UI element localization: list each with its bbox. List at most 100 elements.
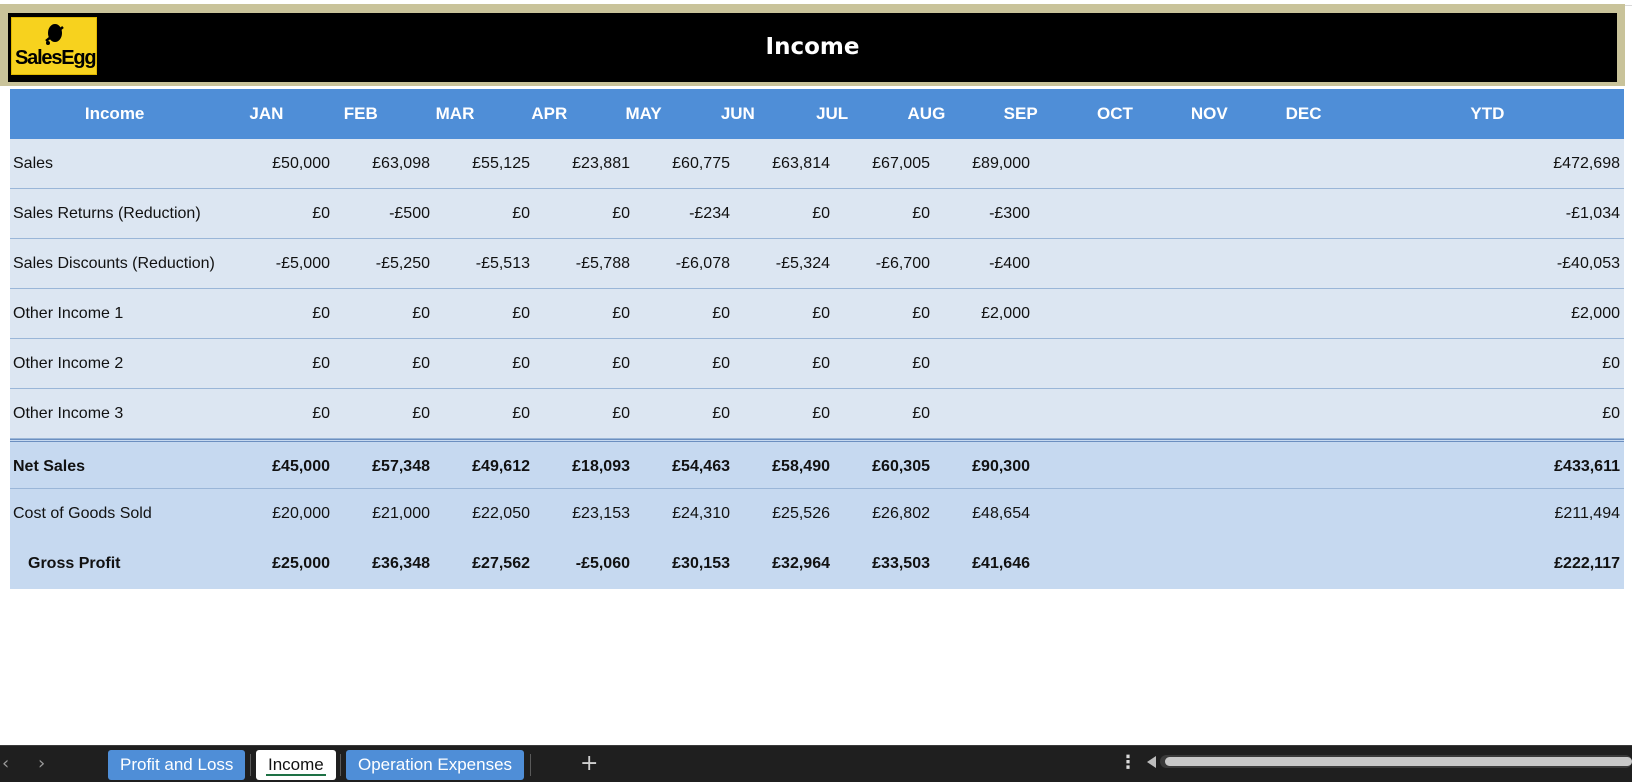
row-label[interactable]: Sales	[10, 139, 232, 188]
cell-mar[interactable]: £27,562	[432, 539, 532, 589]
cell-feb[interactable]: £36,348	[332, 539, 432, 589]
cell-jan[interactable]: £0	[232, 189, 332, 238]
cell-may[interactable]: -£234	[632, 189, 732, 238]
cell-jul[interactable]: £0	[832, 189, 932, 238]
header-aug[interactable]: AUG	[879, 89, 973, 139]
cell-mar[interactable]: £49,612	[432, 442, 532, 488]
cell-feb[interactable]: £63,098	[332, 139, 432, 188]
cell-ytd[interactable]: £0	[1032, 339, 1624, 388]
cell-jun[interactable]: £32,964	[732, 539, 832, 589]
cell-feb[interactable]: £0	[332, 389, 432, 438]
cell-apr[interactable]: -£5,788	[532, 239, 632, 288]
cell-aug[interactable]: -£400	[932, 239, 1032, 288]
cell-aug[interactable]: £41,646	[932, 539, 1032, 589]
header-mar[interactable]: MAR	[408, 89, 502, 139]
row-label[interactable]: Sales Discounts (Reduction)	[10, 239, 232, 288]
cell-feb[interactable]: £57,348	[332, 442, 432, 488]
more-options-icon[interactable]: ⋮	[1119, 752, 1137, 773]
header-sep[interactable]: SEP	[974, 89, 1068, 139]
cell-mar[interactable]: £22,050	[432, 489, 532, 539]
row-label[interactable]: Other Income 3	[10, 389, 232, 438]
cell-jun[interactable]: -£5,324	[732, 239, 832, 288]
cell-jan[interactable]: £0	[232, 389, 332, 438]
header-ytd[interactable]: YTD	[1351, 89, 1624, 139]
cell-apr[interactable]: £0	[532, 339, 632, 388]
cell-may[interactable]: £54,463	[632, 442, 732, 488]
cell-aug[interactable]: -£300	[932, 189, 1032, 238]
cell-aug[interactable]	[932, 389, 1032, 438]
cell-may[interactable]: -£6,078	[632, 239, 732, 288]
header-nov[interactable]: NOV	[1162, 89, 1256, 139]
cell-jul[interactable]: £0	[832, 339, 932, 388]
cell-jun[interactable]: £0	[732, 389, 832, 438]
cell-ytd[interactable]: £211,494	[1032, 489, 1624, 539]
cell-jan[interactable]: -£5,000	[232, 239, 332, 288]
header-oct[interactable]: OCT	[1068, 89, 1162, 139]
cell-jul[interactable]: £26,802	[832, 489, 932, 539]
cell-feb[interactable]: £0	[332, 289, 432, 338]
cell-mar[interactable]: £0	[432, 389, 532, 438]
cell-feb[interactable]: -£500	[332, 189, 432, 238]
cell-mar[interactable]: -£5,513	[432, 239, 532, 288]
cell-may[interactable]: £0	[632, 289, 732, 338]
row-label[interactable]: Other Income 2	[10, 339, 232, 388]
row-label[interactable]: Sales Returns (Reduction)	[10, 189, 232, 238]
cell-apr[interactable]: £18,093	[532, 442, 632, 488]
cell-feb[interactable]: £0	[332, 339, 432, 388]
header-dec[interactable]: DEC	[1256, 89, 1350, 139]
cell-may[interactable]: £60,775	[632, 139, 732, 188]
scroll-left-icon[interactable]	[1147, 756, 1156, 768]
header-apr[interactable]: APR	[502, 89, 596, 139]
row-label[interactable]: Net Sales	[10, 442, 232, 488]
cell-ytd[interactable]: £433,611	[1032, 442, 1624, 488]
cell-ytd[interactable]: -£40,053	[1032, 239, 1624, 288]
header-jul[interactable]: JUL	[785, 89, 879, 139]
cell-may[interactable]: £0	[632, 389, 732, 438]
cell-jun[interactable]: £0	[732, 289, 832, 338]
prev-sheet-icon[interactable]: ‹	[2, 753, 9, 774]
cell-jun[interactable]: £63,814	[732, 139, 832, 188]
cell-jan[interactable]: £50,000	[232, 139, 332, 188]
tab-operation-expenses[interactable]: Operation Expenses	[346, 750, 525, 780]
cell-jul[interactable]: £0	[832, 289, 932, 338]
cell-jan[interactable]: £0	[232, 339, 332, 388]
header-feb[interactable]: FEB	[314, 89, 408, 139]
cell-jun[interactable]: £58,490	[732, 442, 832, 488]
row-label[interactable]: Gross Profit	[10, 539, 232, 589]
cell-ytd[interactable]: £222,117	[1032, 539, 1624, 589]
cell-aug[interactable]: £2,000	[932, 289, 1032, 338]
cell-mar[interactable]: £0	[432, 289, 532, 338]
cell-apr[interactable]: £0	[532, 189, 632, 238]
cell-mar[interactable]: £0	[432, 339, 532, 388]
next-sheet-icon[interactable]: ›	[38, 753, 45, 774]
row-label[interactable]: Other Income 1	[10, 289, 232, 338]
row-label[interactable]: Cost of Goods Sold	[10, 489, 232, 539]
cell-jul[interactable]: -£6,700	[832, 239, 932, 288]
cell-jul[interactable]: £0	[832, 389, 932, 438]
cell-ytd[interactable]: £472,698	[1032, 139, 1624, 188]
tab-profit-and-loss[interactable]: Profit and Loss	[108, 750, 246, 780]
cell-jul[interactable]: £67,005	[832, 139, 932, 188]
cell-ytd[interactable]: £0	[1032, 389, 1624, 438]
scrollbar-thumb[interactable]	[1165, 757, 1632, 766]
cell-ytd[interactable]: £2,000	[1032, 289, 1624, 338]
cell-may[interactable]: £0	[632, 339, 732, 388]
cell-jun[interactable]: £25,526	[732, 489, 832, 539]
cell-jun[interactable]: £0	[732, 339, 832, 388]
cell-may[interactable]: £24,310	[632, 489, 732, 539]
cell-jul[interactable]: £60,305	[832, 442, 932, 488]
cell-mar[interactable]: £0	[432, 189, 532, 238]
cell-jul[interactable]: £33,503	[832, 539, 932, 589]
cell-apr[interactable]: £0	[532, 389, 632, 438]
cell-aug[interactable]: £90,300	[932, 442, 1032, 488]
cell-aug[interactable]: £89,000	[932, 139, 1032, 188]
cell-feb[interactable]: -£5,250	[332, 239, 432, 288]
cell-apr[interactable]: -£5,060	[532, 539, 632, 589]
cell-aug[interactable]: £48,654	[932, 489, 1032, 539]
cell-aug[interactable]	[932, 339, 1032, 388]
cell-jan[interactable]: £45,000	[232, 442, 332, 488]
header-jan[interactable]: JAN	[219, 89, 313, 139]
header-jun[interactable]: JUN	[691, 89, 785, 139]
cell-feb[interactable]: £21,000	[332, 489, 432, 539]
cell-jan[interactable]: £25,000	[232, 539, 332, 589]
